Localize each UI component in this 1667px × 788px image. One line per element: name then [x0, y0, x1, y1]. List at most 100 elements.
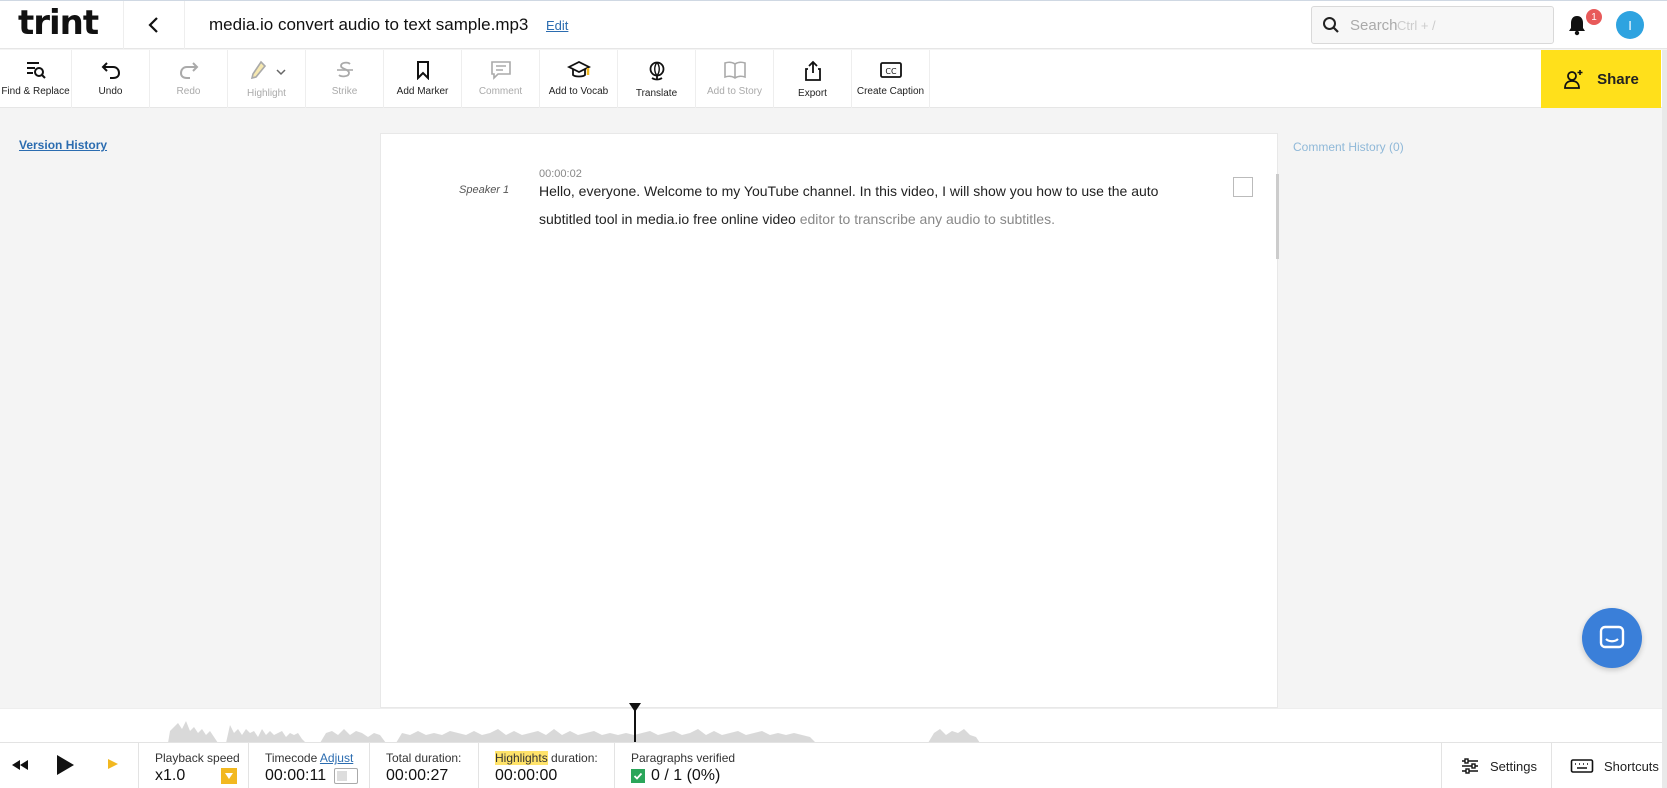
timecode-toggle[interactable] [334, 768, 359, 784]
document-title: media.io convert audio to text sample.mp… [209, 15, 529, 34]
rewind-icon [12, 760, 28, 770]
bell-icon [1569, 16, 1585, 36]
chevron-down-icon [275, 69, 286, 76]
comment-button[interactable]: Comment [462, 50, 540, 108]
translate-button[interactable]: Translate [618, 50, 696, 108]
play-icon [57, 755, 74, 775]
user-avatar[interactable]: I [1616, 11, 1644, 39]
caret-down-icon [225, 773, 234, 779]
top-bar: trint media.io convert audio to text sam… [0, 0, 1667, 49]
trint-logo: trint [18, 3, 99, 43]
share-button[interactable]: Share [1541, 50, 1661, 108]
bookmark-icon [416, 61, 429, 80]
timecode-section: Timecode Adjust 00:00:11 [248, 743, 369, 788]
book-icon [723, 61, 746, 79]
highlights-duration-value: 00:00:00 [495, 767, 558, 784]
find-replace-label: Find & Replace [1, 86, 70, 97]
speaker-label[interactable]: Speaker 1 [459, 184, 509, 196]
play-button[interactable] [54, 753, 76, 782]
find-replace-icon [26, 62, 46, 79]
undo-button[interactable]: Undo [72, 50, 150, 108]
keyboard-icon [1570, 759, 1594, 773]
comment-history-link[interactable]: Comment History (0) [1293, 140, 1404, 154]
undo-icon [101, 62, 120, 79]
globe-icon [649, 61, 664, 81]
rewind-button[interactable] [10, 755, 30, 780]
settings-label: Settings [1490, 758, 1537, 774]
notification-count-badge: 1 [1586, 9, 1602, 25]
add-marker-button[interactable]: Add Marker [384, 50, 462, 108]
highlighter-icon [250, 60, 266, 80]
notifications-button[interactable] [1567, 14, 1587, 41]
undo-label: Undo [98, 86, 123, 97]
create-caption-button[interactable]: CC Create Caption [852, 50, 930, 108]
settings-button[interactable]: Settings [1441, 743, 1551, 788]
add-to-vocab-button[interactable]: Add to Vocab [540, 50, 618, 108]
search-input[interactable] [1350, 16, 1540, 34]
total-duration-label: Total duration: [386, 751, 462, 765]
timecode-label: Timecode [265, 751, 318, 765]
create-caption-label: Create Caption [856, 86, 925, 97]
version-history-link[interactable]: Version History [19, 138, 107, 152]
export-icon [804, 60, 821, 81]
timecode-value: 00:00:11 [265, 767, 327, 784]
redo-label: Redo [176, 86, 201, 97]
unplayed-text[interactable]: editor to transcribe any audio to subtit… [800, 211, 1055, 227]
page-scrollbar[interactable] [1662, 50, 1667, 788]
player-bar: Playback speed x1.0 Timecode Adjust 00:0… [0, 742, 1667, 788]
playback-speed-dropdown[interactable] [221, 768, 238, 784]
redo-button[interactable]: Redo [150, 50, 228, 108]
export-button[interactable]: Export [774, 50, 852, 108]
sliders-icon [1462, 758, 1478, 774]
add-to-story-button[interactable]: Add to Story [696, 50, 774, 108]
transcript-paragraph[interactable]: Hello, everyone. Welcome to my YouTube c… [539, 177, 1179, 233]
search-shortcut-hint: Ctrl + / [1397, 18, 1436, 33]
closed-caption-icon: CC [879, 62, 902, 78]
strike-button[interactable]: Strike [306, 50, 384, 108]
share-label: Share [1597, 70, 1639, 88]
document-scrollbar[interactable] [1276, 174, 1279, 259]
highlight-button[interactable]: Highlight [228, 50, 306, 108]
add-to-story-label: Add to Story [706, 86, 763, 97]
audio-waveform[interactable] [0, 703, 1667, 743]
add-marker-label: Add Marker [396, 86, 449, 97]
chevron-left-icon [148, 17, 158, 33]
playback-speed-value: x1.0 [155, 767, 186, 784]
verify-paragraph-checkbox[interactable] [1233, 177, 1253, 197]
add-user-icon [1564, 70, 1583, 89]
paragraphs-verified-value: 0 / 1 (0%) [651, 767, 721, 784]
editor-toolbar: Find & Replace Undo Redo Highlight Strik… [0, 50, 1667, 108]
shortcuts-button[interactable]: Shortcuts [1551, 743, 1662, 788]
shortcuts-label: Shortcuts [1604, 758, 1659, 774]
timecode-adjust-link[interactable]: Adjust [320, 751, 353, 765]
playback-speed-section: Playback speed x1.0 [138, 743, 248, 788]
translate-label: Translate [635, 88, 678, 99]
export-label: Export [798, 88, 827, 99]
forward-icon [108, 759, 118, 769]
paragraphs-verified-section: Paragraphs verified 0 / 1 (0%) [614, 743, 784, 788]
paragraphs-verified-label: Paragraphs verified [631, 751, 736, 765]
comment-icon [490, 61, 511, 80]
total-duration-value: 00:00:27 [386, 767, 449, 784]
back-button[interactable] [123, 1, 185, 49]
waveform-graphic [0, 721, 1667, 743]
highlights-duration-section: Highlights duration: 00:00:00 [478, 743, 614, 788]
edit-title-link[interactable]: Edit [546, 18, 568, 33]
comment-label: Comment [478, 86, 523, 97]
chat-icon [1599, 625, 1625, 649]
strike-label: Strike [331, 86, 358, 97]
playhead-handle-icon [629, 703, 641, 712]
fast-forward-button[interactable] [106, 757, 120, 776]
checkmark-icon [631, 769, 645, 783]
graduation-cap-icon [566, 60, 591, 78]
find-replace-button[interactable]: Find & Replace [0, 50, 72, 108]
search-icon [1323, 17, 1339, 33]
chat-widget-button[interactable] [1582, 608, 1642, 668]
redo-icon [179, 62, 198, 79]
highlight-label: Highlight [247, 88, 286, 99]
playback-speed-label: Playback speed [155, 751, 240, 765]
strikethrough-icon [336, 61, 353, 78]
total-duration-section: Total duration: 00:00:27 [369, 743, 478, 788]
add-to-vocab-label: Add to Vocab [548, 86, 609, 97]
highlights-label: Highlights [495, 751, 548, 765]
